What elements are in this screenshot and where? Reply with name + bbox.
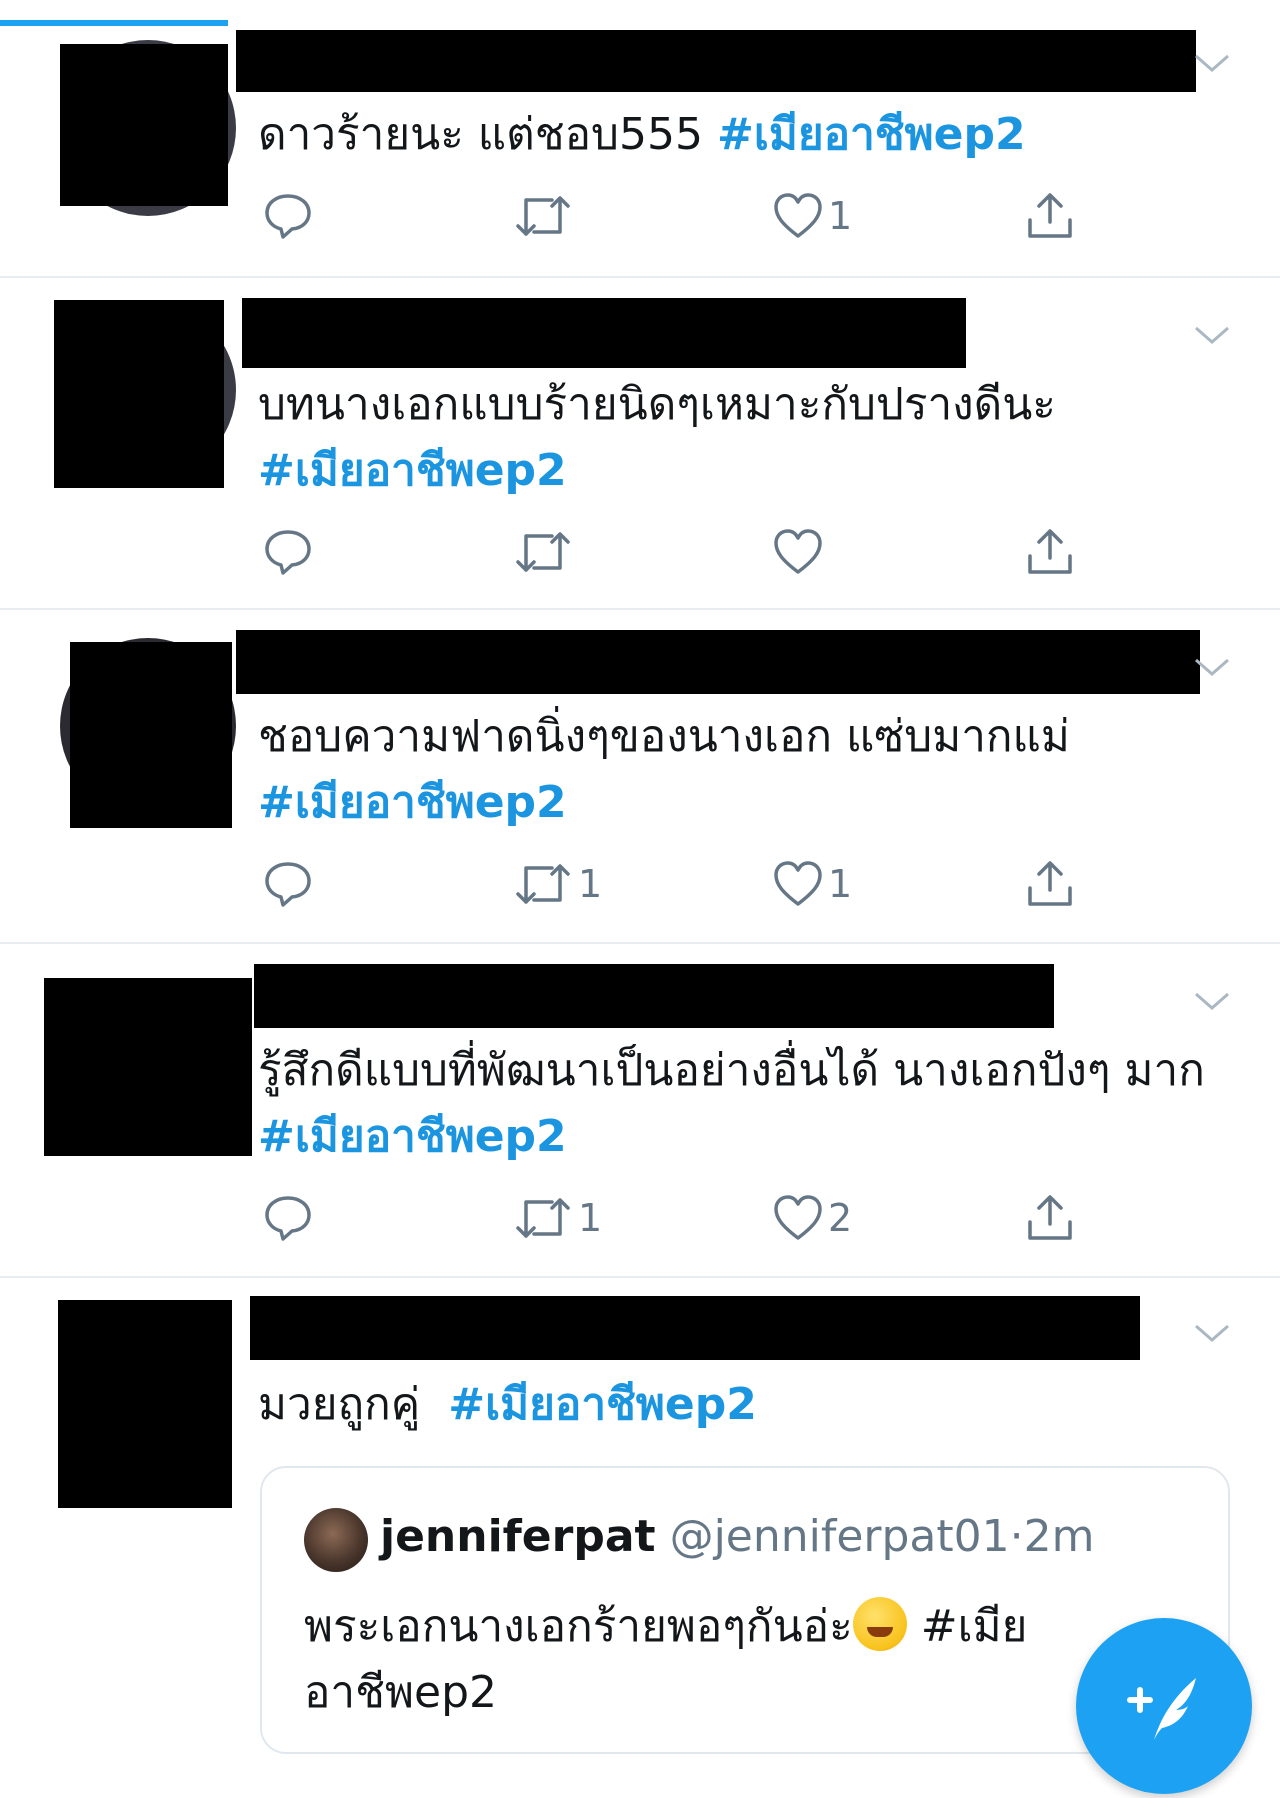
retweet-count: 1 <box>578 862 603 906</box>
reply-icon <box>265 1196 311 1241</box>
username-redaction <box>236 630 1200 694</box>
like-button[interactable]: 1 <box>772 854 852 914</box>
tweet-3[interactable]: ชอบความฟาดนิ่งๆของนางเอก แซ่บมากแม่ #เมีย… <box>0 608 1280 944</box>
retweet-icon <box>516 196 570 236</box>
retweet-button[interactable]: 1 <box>512 854 602 914</box>
avatar-redaction <box>54 300 224 488</box>
share-icon <box>1028 193 1072 238</box>
avatar-redaction <box>44 978 252 1156</box>
avatar-redaction <box>58 1300 232 1508</box>
avatar[interactable] <box>304 1508 368 1572</box>
retweet-button[interactable] <box>512 522 578 582</box>
reply-icon <box>265 862 311 907</box>
reply-button[interactable] <box>262 522 318 582</box>
heart-icon <box>774 193 822 238</box>
chevron-down-icon[interactable] <box>1192 48 1232 78</box>
like-count: 2 <box>828 1196 853 1240</box>
handle: @jenniferpat01 <box>669 1511 1010 1562</box>
share-button[interactable] <box>1024 854 1076 914</box>
tweet-text: รู้สึกดีแบบที่พัฒนาเป็นอย่างอื่นได้ นางเ… <box>258 1045 1205 1162</box>
tweet-actions <box>258 522 1088 582</box>
heart-icon <box>774 529 822 574</box>
tweet-text: ดาวร้ายนะ แต่ชอบ555 #เมียอาชีพep2 <box>258 109 1026 160</box>
username-redaction <box>242 298 966 368</box>
tweet-actions: 1 2 <box>258 1188 1088 1248</box>
chevron-down-icon[interactable] <box>1192 652 1232 682</box>
like-button[interactable]: 2 <box>772 1188 852 1248</box>
share-icon <box>1028 529 1072 574</box>
tweet-1[interactable]: ดาวร้ายนะ แต่ชอบ555 #เมียอาชีพep2 1 <box>0 0 1280 278</box>
tweet-text: บทนางเอกแบบร้ายนิดๆเหมาะกับปรางดีนะ #เมีย… <box>258 379 1056 496</box>
share-button[interactable] <box>1024 186 1076 246</box>
share-icon <box>1028 861 1072 906</box>
chevron-down-icon[interactable] <box>1192 1318 1232 1348</box>
like-button[interactable]: 1 <box>772 186 852 246</box>
retweet-icon <box>516 1198 570 1238</box>
retweet-button[interactable]: 1 <box>512 1188 602 1248</box>
tweet-text: ชอบความฟาดนิ่งๆของนางเอก แซ่บมากแม่ #เมีย… <box>258 711 1070 828</box>
share-button[interactable] <box>1024 522 1076 582</box>
retweet-icon <box>516 864 570 904</box>
separator-dot: · <box>1009 1511 1024 1562</box>
avatar-redaction <box>60 44 228 206</box>
hashtag-link[interactable]: #เมียอาชีพep2 <box>258 445 567 496</box>
username-redaction <box>250 1296 1140 1360</box>
rolling-on-floor-laughing-emoji-icon <box>852 1597 907 1651</box>
reply-button[interactable] <box>262 1188 318 1248</box>
retweet-button[interactable] <box>512 186 578 246</box>
display-name: jenniferpat <box>380 1511 656 1562</box>
chevron-down-icon[interactable] <box>1192 986 1232 1016</box>
reply-icon <box>265 194 311 239</box>
like-count: 1 <box>828 862 853 906</box>
tweet-2[interactable]: บทนางเอกแบบร้ายนิดๆเหมาะกับปรางดีนะ #เมีย… <box>0 276 1280 610</box>
username-redaction <box>236 30 1196 92</box>
chevron-down-icon[interactable] <box>1192 320 1232 350</box>
tweet-4[interactable]: รู้สึกดีแบบที่พัฒนาเป็นอย่างอื่นได้ นางเ… <box>0 942 1280 1278</box>
hashtag-link[interactable]: #เมียอาชีพep2 <box>258 777 567 828</box>
hashtag-link[interactable]: #เมียอาชีพep2 <box>448 1379 757 1430</box>
quoted-tweet-header: jenniferpat @jenniferpat01·2m <box>380 1504 1095 1570</box>
share-icon <box>1028 1195 1072 1240</box>
avatar-redaction <box>70 642 232 828</box>
compose-tweet-icon <box>1127 1678 1196 1740</box>
reply-button[interactable] <box>262 854 318 914</box>
like-count: 1 <box>828 194 853 238</box>
retweet-count: 1 <box>578 1196 603 1240</box>
like-button[interactable] <box>772 522 828 582</box>
heart-icon <box>774 861 822 906</box>
reply-icon <box>265 530 311 575</box>
tweet-text: มวยถูกคู่ #เมียอาชีพep2 <box>258 1379 757 1430</box>
hashtag-link[interactable]: #เมียอาชีพep2 <box>717 109 1026 160</box>
compose-tweet-button[interactable] <box>1076 1618 1252 1794</box>
tweet-actions: 1 <box>258 186 1088 246</box>
quoted-tweet-text: พระเอกนางเอกร้ายพอๆกันอ่ะ #เมียอาชีพep2 <box>304 1594 1084 1726</box>
username-redaction <box>254 964 1054 1028</box>
tweet-actions: 1 1 <box>258 854 1088 914</box>
reply-button[interactable] <box>262 186 318 246</box>
retweet-icon <box>516 532 570 572</box>
heart-icon <box>774 1195 822 1240</box>
share-button[interactable] <box>1024 1188 1076 1248</box>
hashtag-link[interactable]: #เมียอาชีพep2 <box>258 1111 567 1162</box>
timestamp: 2m <box>1023 1511 1095 1562</box>
